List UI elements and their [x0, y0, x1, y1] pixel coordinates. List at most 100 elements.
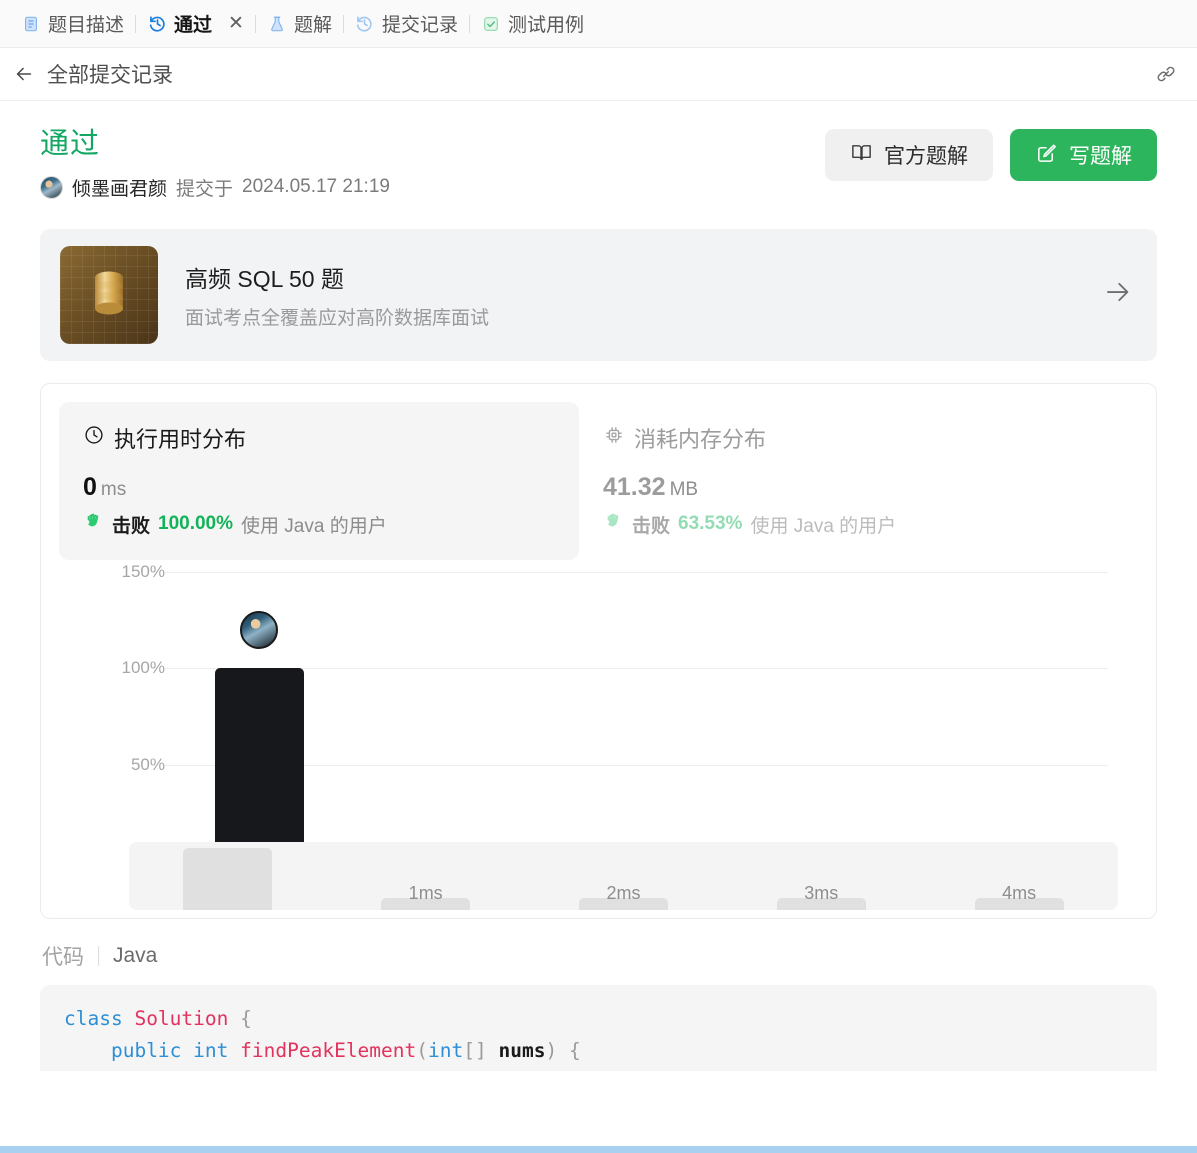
code-line: class Solution {: [64, 1003, 1133, 1035]
chart-minimap[interactable]: 1ms 2ms 3ms 4ms: [129, 841, 1118, 910]
submitter-name[interactable]: 倾墨画君颜: [72, 174, 167, 201]
submission-detail: 通过 倾墨画君颜 提交于 2024.05.17 21:19 官方题解 写题解 高…: [0, 101, 1197, 1071]
metric-header: 执行用时分布: [83, 422, 555, 454]
arrow-right-icon[interactable]: [1103, 277, 1133, 312]
tab-testcases[interactable]: 测试用例: [470, 0, 595, 48]
chart-user-avatar-marker[interactable]: [240, 610, 279, 649]
submitted-prefix: 提交于: [176, 178, 234, 200]
code-token: findPeakElement: [240, 1038, 417, 1062]
chart-y-axis: 0%50%100%150%: [59, 562, 165, 871]
code-token: int: [193, 1038, 229, 1062]
tab-accepted[interactable]: 通过 ✕: [136, 0, 255, 48]
pencil-square-icon: [1035, 141, 1058, 170]
chart-bar[interactable]: [214, 668, 305, 862]
close-icon[interactable]: ✕: [228, 14, 244, 33]
metric-beat-row: 击败 100.00% 使用 Java 的用户: [83, 511, 555, 538]
tab-label: 题目描述: [48, 15, 125, 36]
code-divider: [98, 945, 99, 966]
minimap-label: 2ms: [606, 882, 641, 903]
write-solution-button[interactable]: 写题解: [1010, 129, 1157, 181]
book-icon: [850, 141, 873, 170]
chart-y-tick: 150%: [121, 561, 165, 581]
chart-gridline: [165, 765, 1108, 767]
tab-label: 题解: [293, 15, 332, 36]
clap-icon: [603, 511, 624, 538]
code-label: 代码: [42, 945, 84, 969]
code-token: int: [428, 1038, 464, 1062]
promo-card[interactable]: 高频 SQL 50 题 面试考点全覆盖应对高阶数据库面试: [40, 228, 1157, 361]
beat-percent: 63.53%: [678, 513, 743, 535]
beat-label: 击败: [632, 515, 671, 537]
chart-plot-area: 1ms2ms3ms4ms: [165, 571, 1108, 886]
stats-card: 执行用时分布 0 ms 击败 100.00% 使用 Java 的用户 消耗内存分…: [40, 382, 1157, 919]
code-language: Java: [113, 943, 158, 967]
status-row: 通过 倾墨画君颜 提交于 2024.05.17 21:19 官方题解 写题解: [40, 101, 1157, 201]
history-icon: [147, 14, 167, 34]
code-line: public int findPeakElement(int[] nums) {: [64, 1035, 1133, 1067]
metric-runtime[interactable]: 执行用时分布 0 ms 击败 100.00% 使用 Java 的用户: [59, 401, 579, 560]
arrow-left-icon[interactable]: [6, 56, 42, 92]
code-token: class: [64, 1006, 123, 1030]
link-icon[interactable]: [1149, 57, 1183, 91]
code-token: {: [240, 1006, 252, 1030]
code-block[interactable]: class Solution { public int findPeakElem…: [40, 984, 1157, 1071]
promo-title: 高频 SQL 50 题: [185, 265, 344, 292]
promo-subtitle: 面试考点全覆盖应对高阶数据库面试: [185, 307, 490, 329]
submitted-timestamp: 2024.05.17 21:19: [242, 176, 390, 198]
runtime-distribution-chart[interactable]: 0%50%100%150% 1ms2ms3ms4ms 1ms2ms3ms4ms: [59, 562, 1138, 910]
tab-problem-description[interactable]: 题目描述: [10, 0, 135, 48]
breadcrumb-title[interactable]: 全部提交记录: [47, 59, 173, 89]
metric-unit: MB: [669, 478, 699, 500]
horizontal-scrollbar[interactable]: [0, 1146, 1197, 1153]
tab-label: 测试用例: [507, 15, 584, 36]
code-token: ): [545, 1038, 558, 1062]
chart-gridline: [165, 668, 1108, 670]
status-block: 通过 倾墨画君颜 提交于 2024.05.17 21:19: [40, 127, 390, 201]
submitter-line: 倾墨画君颜 提交于 2024.05.17 21:19: [40, 174, 390, 201]
official-solution-label: 官方题解: [884, 145, 968, 168]
tab-label: 提交记录: [381, 15, 458, 36]
database-icon: [86, 266, 132, 323]
chip-icon: [603, 424, 625, 451]
code-token: nums: [498, 1038, 546, 1062]
chart-gridline: [165, 571, 1108, 573]
metric-beat-row: 击败 63.53% 使用 Java 的用户: [603, 511, 1075, 538]
code-token: public: [110, 1038, 182, 1062]
chart-y-tick: 100%: [121, 658, 165, 678]
code-token: (: [416, 1038, 429, 1062]
verdict-text: 通过: [40, 128, 101, 160]
action-buttons: 官方题解 写题解: [825, 127, 1157, 181]
promo-text: 高频 SQL 50 题 面试考点全覆盖应对高阶数据库面试: [185, 260, 489, 330]
metric-title: 消耗内存分布: [634, 426, 767, 452]
minimap-label: 1ms: [408, 882, 443, 903]
clap-icon: [83, 511, 104, 538]
promo-thumbnail: [60, 245, 158, 344]
code-token: Solution: [134, 1006, 229, 1030]
tab-submissions[interactable]: 提交记录: [344, 0, 469, 48]
clock-icon: [83, 424, 105, 451]
metric-memory[interactable]: 消耗内存分布 41.32 MB 击败 63.53% 使用 Java 的用户: [579, 402, 1099, 560]
metric-value-row: 0 ms: [83, 473, 555, 502]
metric-value-row: 41.32 MB: [603, 473, 1075, 502]
write-solution-label: 写题解: [1069, 145, 1132, 168]
metric-header: 消耗内存分布: [603, 422, 1075, 454]
minimap-label: 3ms: [804, 882, 839, 903]
minimap-label: 4ms: [1002, 882, 1037, 903]
history-icon: [355, 14, 375, 34]
official-solution-button[interactable]: 官方题解: [825, 129, 993, 181]
beat-tail: 使用 Java 的用户: [750, 515, 897, 537]
tab-solutions[interactable]: 题解: [256, 0, 343, 48]
metrics-row: 执行用时分布 0 ms 击败 100.00% 使用 Java 的用户 消耗内存分…: [59, 401, 1138, 560]
document-icon: [21, 14, 41, 34]
minimap-bar[interactable]: [183, 847, 273, 910]
code-header: 代码 Java: [40, 941, 1157, 971]
chart-y-tick: 50%: [130, 755, 165, 775]
metric-unit: ms: [100, 478, 127, 500]
flask-icon: [267, 14, 287, 34]
